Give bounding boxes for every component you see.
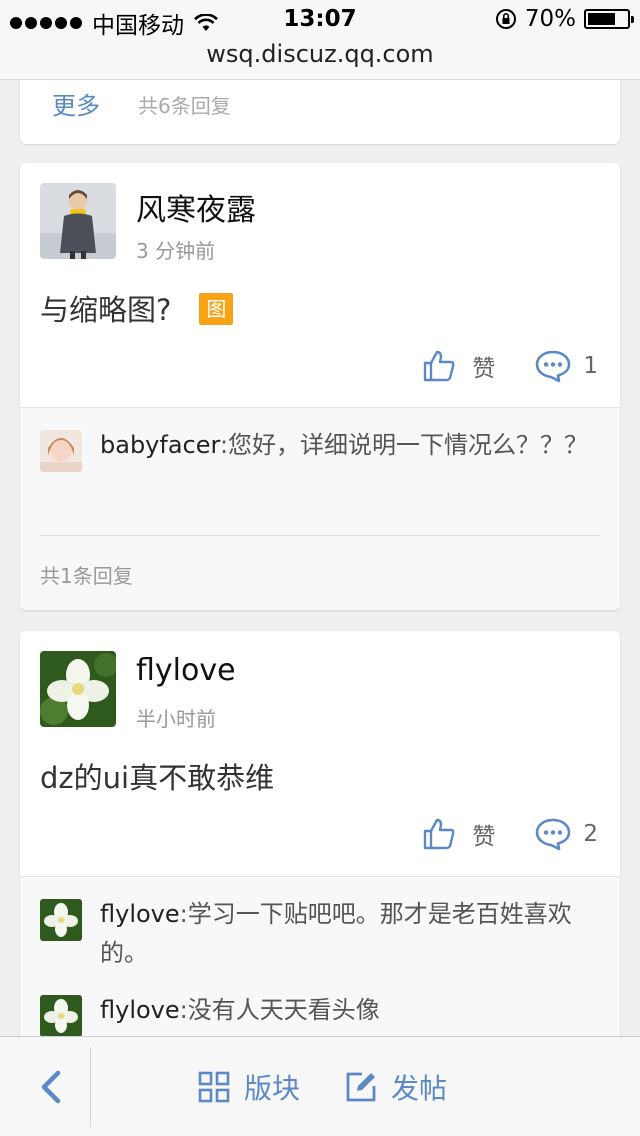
bottom-toolbar: 版块 发帖 — [0, 1036, 640, 1136]
rotation-lock-icon — [495, 9, 516, 29]
back-chevron-icon[interactable] — [36, 1069, 66, 1105]
total-replies[interactable]: 共1条回复 — [40, 560, 133, 589]
post-time: 半小时前 — [136, 707, 216, 731]
post-time: 3 分钟前 — [136, 239, 216, 263]
username[interactable]: flylove — [136, 653, 236, 688]
url-bar[interactable]: wsq.discuz.qq.com — [0, 40, 640, 80]
reply-avatar[interactable] — [40, 899, 82, 941]
reply-avatar[interactable] — [40, 430, 82, 472]
reply-count: 共6条回复 — [138, 94, 231, 118]
post-text: dz的ui真不敢恭维 — [40, 761, 275, 795]
username[interactable]: 风寒夜露 — [136, 185, 256, 229]
thumbs-up-icon[interactable] — [422, 817, 456, 851]
status-bar: 中国移动 13:07 70% — [0, 0, 640, 40]
reply-list: flylove:学习一下贴吧吧。那才是老百姓喜欢的。 flylove:没有人天天 — [20, 876, 620, 1036]
previous-post-card: 更多 共6条回复 — [20, 80, 620, 144]
comment-count: 1 — [583, 353, 598, 379]
post-content[interactable]: 与缩略图? 图 — [40, 287, 234, 329]
reply-list: babyfacer:您好，详细说明一下情况么？？？ 共1条回复 — [20, 407, 620, 610]
post-card: flylove 半小时前 dz的ui真不敢恭维 赞 2 flylove:学习一下… — [20, 631, 620, 1036]
reply-separator: : — [179, 900, 188, 928]
post-text: 与缩略图? — [40, 293, 172, 327]
reply-author[interactable]: flylove — [100, 996, 180, 1024]
like-button[interactable]: 赞 — [472, 817, 495, 851]
battery-icon — [584, 9, 634, 29]
post-actions: 赞 1 — [422, 349, 598, 383]
reply-item[interactable]: flylove:没有人天天看头像 — [40, 991, 600, 1036]
reply-separator: : — [179, 996, 188, 1024]
grid-icon — [198, 1071, 230, 1103]
avatar[interactable] — [40, 651, 116, 727]
battery-percentage: 70% — [524, 6, 576, 32]
feed: 更多 共6条回复 风寒夜露 3 分钟前 与缩略图? 图 赞 1 babyface… — [0, 80, 640, 1036]
comment-count: 2 — [583, 821, 598, 847]
user-photo — [40, 183, 116, 259]
forums-label: 版块 — [244, 1072, 301, 1105]
new-post-label: 发帖 — [391, 1072, 448, 1105]
reply-item[interactable]: babyfacer:您好，详细说明一下情况么？？？ — [40, 426, 600, 516]
thumbs-up-icon[interactable] — [422, 349, 456, 383]
reply-author[interactable]: flylove — [100, 900, 180, 928]
comment-bubble-icon[interactable] — [535, 350, 571, 382]
reply-text: 您好，详细说明一下情况么？？？ — [228, 431, 589, 459]
edit-icon — [346, 1072, 376, 1102]
reply-author[interactable]: babyfacer — [100, 431, 220, 459]
new-post-button[interactable]: 发帖 — [345, 1067, 447, 1107]
like-button[interactable]: 赞 — [472, 349, 495, 383]
post-actions: 赞 2 — [422, 817, 598, 851]
more-replies-link[interactable]: 更多 — [52, 86, 100, 121]
toolbar-divider — [90, 1047, 91, 1127]
forums-button[interactable]: 版块 — [198, 1067, 300, 1107]
reply-text: 没有人天天看头像 — [187, 996, 380, 1024]
avatar[interactable] — [40, 183, 116, 259]
divider — [40, 535, 600, 536]
reply-avatar[interactable] — [40, 995, 82, 1036]
post-card: 风寒夜露 3 分钟前 与缩略图? 图 赞 1 babyfacer:您好，详细说明… — [20, 163, 620, 610]
post-content[interactable]: dz的ui真不敢恭维 — [40, 755, 274, 797]
user-photo — [40, 651, 116, 727]
reply-separator: : — [219, 431, 229, 459]
image-badge: 图 — [199, 293, 234, 325]
reply-item[interactable]: flylove:学习一下贴吧吧。那才是老百姓喜欢的。 — [40, 895, 600, 979]
comment-bubble-icon[interactable] — [535, 818, 571, 850]
